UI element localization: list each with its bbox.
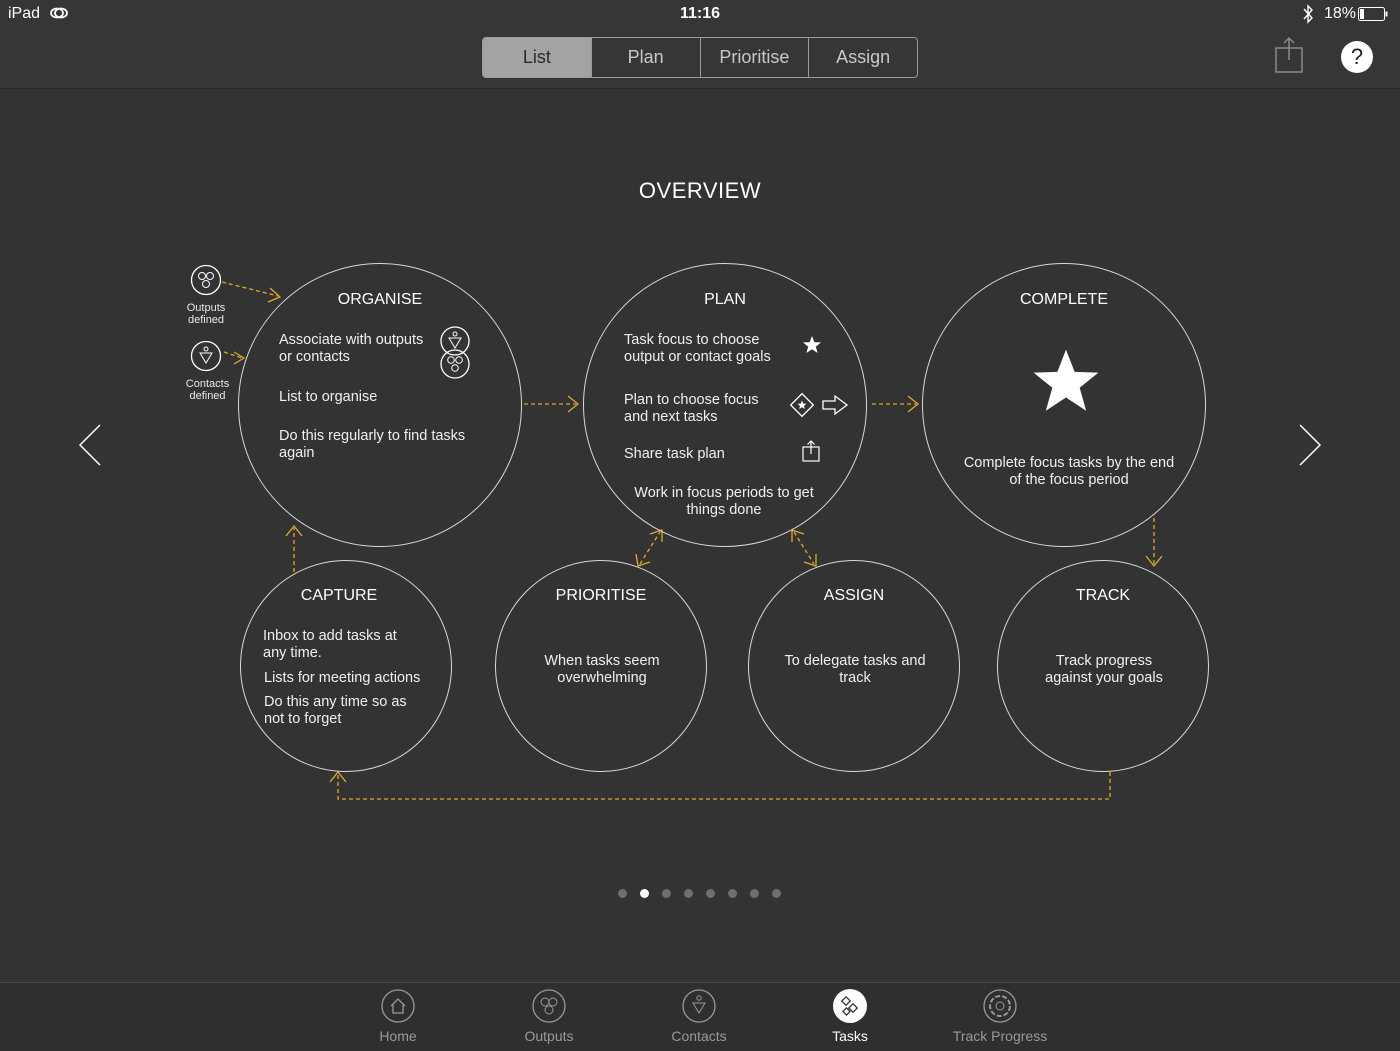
page-dot[interactable] bbox=[728, 889, 737, 898]
capture-title: CAPTURE bbox=[300, 587, 378, 604]
assign-text: To delegate tasks and track bbox=[784, 653, 926, 686]
complete-circle[interactable]: COMPLETE Complete focus tasks by the end… bbox=[922, 263, 1206, 547]
contacts-defined-icon bbox=[190, 340, 222, 372]
outputs-icon bbox=[532, 989, 566, 1023]
tab-tasks[interactable]: Tasks bbox=[795, 989, 905, 1044]
contacts-defined-label: Contacts defined bbox=[185, 378, 230, 402]
tasks-icon bbox=[833, 989, 867, 1023]
page-dot[interactable] bbox=[750, 889, 759, 898]
tab-home-label: Home bbox=[379, 1028, 417, 1044]
plan-title: PLAN bbox=[704, 291, 746, 308]
prioritise-title: PRIORITISE bbox=[555, 587, 647, 604]
prioritise-text: When tasks seem overwhelming bbox=[544, 653, 660, 686]
tab-outputs-label: Outputs bbox=[524, 1028, 574, 1044]
track-circle[interactable]: TRACK Track progress against your goals bbox=[997, 560, 1209, 772]
outputs-defined-icon bbox=[190, 264, 222, 296]
capture-line-lists: Lists for meeting actions bbox=[264, 670, 421, 686]
focus-diamond-icon bbox=[789, 392, 815, 418]
assign-title: ASSIGN bbox=[823, 587, 885, 604]
page-dot[interactable] bbox=[684, 889, 693, 898]
tab-track-progress-label: Track Progress bbox=[952, 1028, 1048, 1044]
plan-circle[interactable]: PLAN Task focus to choose output or cont… bbox=[583, 263, 867, 547]
next-arrow-icon bbox=[822, 394, 849, 416]
star-icon bbox=[803, 336, 821, 353]
plan-line-task-focus: Task focus to choose output or contact g… bbox=[624, 332, 771, 365]
assign-circle[interactable]: ASSIGN To delegate tasks and track bbox=[748, 560, 960, 772]
complete-text: Complete focus tasks by the end of the f… bbox=[963, 455, 1175, 488]
page-dot[interactable] bbox=[772, 889, 781, 898]
capture-circle[interactable]: CAPTURE Inbox to add tasks at any time. … bbox=[240, 560, 452, 772]
tab-outputs[interactable]: Outputs bbox=[494, 989, 604, 1044]
page-dot[interactable] bbox=[662, 889, 671, 898]
outputs-defined-label: Outputs defined bbox=[186, 302, 226, 326]
contacts-outputs-icon bbox=[440, 326, 470, 379]
page-dot[interactable] bbox=[706, 889, 715, 898]
organise-line-list: List to organise bbox=[279, 389, 378, 405]
track-text: Track progress against your goals bbox=[1045, 653, 1163, 686]
tab-bar: Home Outputs Contacts Tasks Track Progre… bbox=[0, 982, 1400, 1051]
capture-line-inbox: Inbox to add tasks at any time. bbox=[263, 628, 397, 661]
track-progress-icon bbox=[983, 989, 1017, 1023]
tab-tasks-label: Tasks bbox=[832, 1028, 868, 1044]
tab-contacts[interactable]: Contacts bbox=[644, 989, 754, 1044]
tab-track-progress[interactable]: Track Progress bbox=[945, 989, 1055, 1044]
plan-line-work: Work in focus periods to get things done bbox=[634, 485, 814, 518]
home-icon bbox=[381, 989, 415, 1023]
organise-line-associate: Associate with outputs or contacts bbox=[279, 332, 424, 365]
tab-contacts-label: Contacts bbox=[671, 1028, 727, 1044]
page-dot[interactable] bbox=[618, 889, 627, 898]
track-title: TRACK bbox=[1075, 587, 1131, 604]
big-star-icon bbox=[1033, 349, 1099, 411]
tab-home[interactable]: Home bbox=[343, 989, 453, 1044]
share-plan-icon bbox=[802, 440, 820, 462]
page-indicator bbox=[618, 889, 781, 898]
organise-title: ORGANISE bbox=[337, 291, 423, 308]
page-dot-current[interactable] bbox=[640, 889, 649, 898]
plan-line-share: Share task plan bbox=[624, 446, 725, 462]
complete-title: COMPLETE bbox=[1019, 291, 1108, 308]
capture-line-anytime: Do this any time so as not to forget bbox=[264, 694, 407, 727]
plan-line-choose-focus: Plan to choose focus and next tasks bbox=[624, 392, 759, 425]
organise-line-regularly: Do this regularly to find tasks again bbox=[279, 428, 466, 461]
contacts-icon bbox=[682, 989, 716, 1023]
prioritise-circle[interactable]: PRIORITISE When tasks seem overwhelming bbox=[495, 560, 707, 772]
organise-circle[interactable]: ORGANISE Associate with outputs or conta… bbox=[238, 263, 522, 547]
